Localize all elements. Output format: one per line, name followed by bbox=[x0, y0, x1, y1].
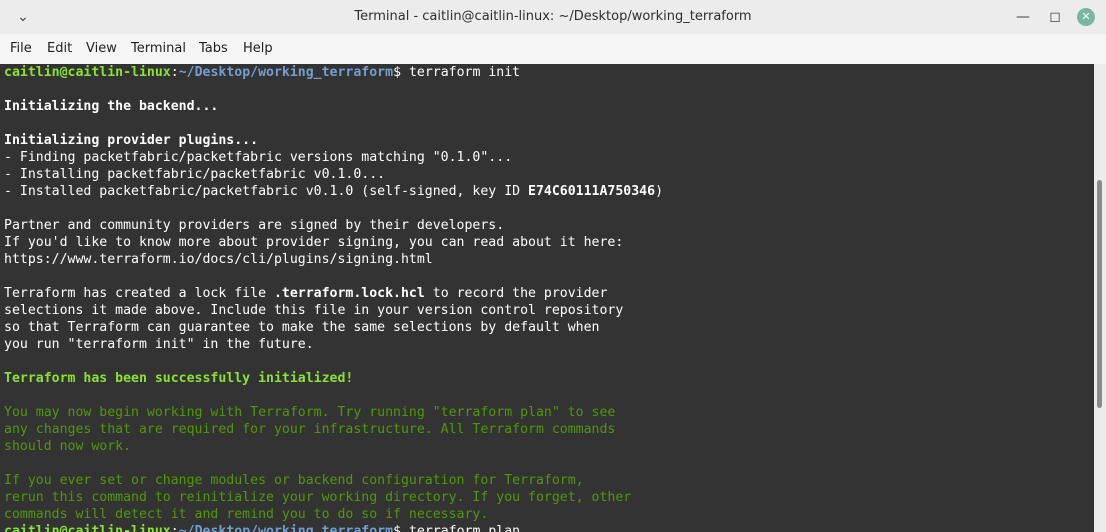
terminal-segment: commands will detect it and remind you t… bbox=[4, 507, 489, 522]
terminal-line: If you ever set or change modules or bac… bbox=[4, 472, 1094, 489]
terminal-segment: selections it made above. Include this f… bbox=[4, 303, 624, 318]
terminal-segment: you run "terraform init" in the future. bbox=[4, 337, 314, 352]
terminal-segment: : bbox=[170, 524, 179, 532]
terminal-segment: https://www.terraform.io/docs/cli/plugin… bbox=[4, 252, 433, 267]
terminal-line: so that Terraform can guarantee to make … bbox=[4, 319, 1094, 336]
terminal-segment: ) bbox=[655, 184, 664, 199]
terminal-segment: ~/Desktop/working_terraform bbox=[178, 65, 394, 80]
terminal-segment: rerun this command to reinitialize your … bbox=[4, 490, 632, 505]
terminal-segment: $ terraform init bbox=[393, 65, 521, 80]
terminal-line: https://www.terraform.io/docs/cli/plugin… bbox=[4, 251, 1094, 268]
scrollbar-thumb[interactable] bbox=[1097, 180, 1102, 408]
terminal-segment: - Finding packetfabric/packetfabric vers… bbox=[4, 150, 513, 165]
menu-bar: File Edit View Terminal Tabs Help bbox=[0, 34, 1106, 65]
terminal-text[interactable]: caitlin@caitlin-linux:~/Desktop/working_… bbox=[0, 64, 1094, 532]
terminal-segment: - Installed packetfabric/packetfabric v0… bbox=[4, 184, 529, 199]
terminal-segment: caitlin@caitlin-linux bbox=[4, 65, 171, 80]
terminal-line: - Finding packetfabric/packetfabric vers… bbox=[4, 149, 1094, 166]
terminal-line: caitlin@caitlin-linux:~/Desktop/working_… bbox=[4, 523, 1094, 532]
terminal-segment: : bbox=[170, 65, 179, 80]
terminal-line: you run "terraform init" in the future. bbox=[4, 336, 1094, 353]
terminal-line: You may now begin working with Terraform… bbox=[4, 404, 1094, 421]
menu-view[interactable]: View bbox=[86, 34, 117, 64]
terminal-segment: If you'd like to know more about provide… bbox=[4, 235, 624, 250]
terminal-segment: so that Terraform can guarantee to make … bbox=[4, 320, 600, 335]
scrollbar[interactable] bbox=[1094, 64, 1106, 532]
window-title: Terminal - caitlin@caitlin-linux: ~/Desk… bbox=[354, 9, 752, 24]
terminal-line: Initializing the backend... bbox=[4, 98, 1094, 115]
terminal-line: selections it made above. Include this f… bbox=[4, 302, 1094, 319]
menu-file[interactable]: File bbox=[10, 34, 32, 64]
terminal-segment: E74C60111A750346 bbox=[528, 184, 656, 199]
terminal-line: caitlin@caitlin-linux:~/Desktop/working_… bbox=[4, 64, 1094, 81]
close-icon[interactable]: ✕ bbox=[1077, 8, 1095, 26]
terminal-segment: Initializing the backend... bbox=[4, 99, 219, 114]
terminal-segment: - Installing packetfabric/packetfabric v… bbox=[4, 167, 386, 182]
terminal-segment: Partner and community providers are sign… bbox=[4, 218, 505, 233]
terminal-line: Initializing provider plugins... bbox=[4, 132, 1094, 149]
maximize-icon[interactable]: ◻ bbox=[1045, 0, 1065, 34]
terminal-segment: If you ever set or change modules or bac… bbox=[4, 473, 584, 488]
terminal-segment: Terraform has created a lock file bbox=[4, 286, 274, 301]
terminal-segment: to record the provider bbox=[424, 286, 608, 301]
title-bar[interactable]: ⌄ Terminal - caitlin@caitlin-linux: ~/De… bbox=[0, 0, 1106, 34]
terminal-line: rerun this command to reinitialize your … bbox=[4, 489, 1094, 506]
terminal-output[interactable]: caitlin@caitlin-linux:~/Desktop/working_… bbox=[0, 64, 1094, 532]
terminal-line: commands will detect it and remind you t… bbox=[4, 506, 1094, 523]
terminal-line: Terraform has been successfully initiali… bbox=[4, 370, 1094, 387]
terminal-segment: Initializing provider plugins... bbox=[4, 133, 259, 148]
terminal-segment: caitlin@caitlin-linux bbox=[4, 524, 171, 532]
terminal-segment: should now work. bbox=[4, 439, 132, 454]
terminal-segment: $ terraform plan bbox=[393, 524, 521, 532]
terminal-segment: .terraform.lock.hcl bbox=[273, 286, 425, 301]
terminal-line: If you'd like to know more about provide… bbox=[4, 234, 1094, 251]
menu-tabs[interactable]: Tabs bbox=[199, 34, 228, 64]
terminal-segment: Terraform has been successfully initiali… bbox=[4, 371, 354, 386]
terminal-line: Partner and community providers are sign… bbox=[4, 217, 1094, 234]
terminal-segment: ~/Desktop/working_terraform bbox=[178, 524, 394, 532]
terminal-line: - Installed packetfabric/packetfabric v0… bbox=[4, 183, 1094, 200]
menu-edit[interactable]: Edit bbox=[47, 34, 72, 64]
terminal-line: - Installing packetfabric/packetfabric v… bbox=[4, 166, 1094, 183]
menu-terminal[interactable]: Terminal bbox=[131, 34, 186, 64]
terminal-segment: any changes that are required for your i… bbox=[4, 422, 616, 437]
minimize-icon[interactable]: — bbox=[1013, 0, 1033, 34]
terminal-line: should now work. bbox=[4, 438, 1094, 455]
terminal-segment: You may now begin working with Terraform… bbox=[4, 405, 616, 420]
menu-help[interactable]: Help bbox=[243, 34, 273, 64]
terminal-window: ⌄ Terminal - caitlin@caitlin-linux: ~/De… bbox=[0, 0, 1106, 532]
terminal-line: Terraform has created a lock file .terra… bbox=[4, 285, 1094, 302]
terminal-line: any changes that are required for your i… bbox=[4, 421, 1094, 438]
